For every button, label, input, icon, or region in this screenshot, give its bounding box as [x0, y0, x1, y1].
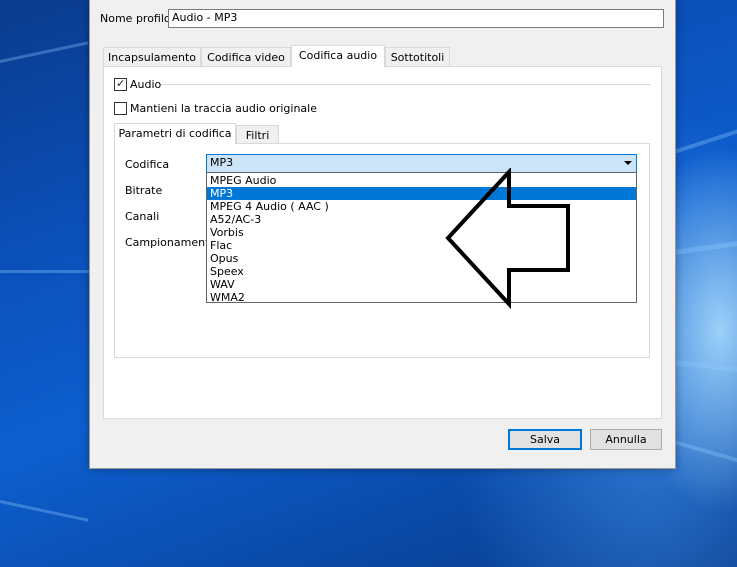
- codec-label: Codifica: [125, 158, 170, 171]
- wallpaper-light-beam: [673, 360, 737, 378]
- wallpaper-light-beam: [673, 440, 737, 477]
- group-divider: [161, 84, 651, 85]
- tab-video-codec[interactable]: Codifica video: [201, 47, 291, 67]
- keep-original-audio-label: Mantieni la traccia audio originale: [130, 102, 317, 115]
- audio-checkbox-label: Audio: [130, 78, 162, 91]
- keep-original-audio-checkbox[interactable]: [114, 102, 127, 115]
- profile-edit-dialog: Nome profilo Audio - MP3 Incapsulamento …: [89, 0, 676, 469]
- wallpaper-light-beam: [0, 500, 89, 522]
- annotation-arrow-icon: [445, 168, 570, 310]
- wallpaper-light-beam: [673, 233, 737, 255]
- save-button[interactable]: Salva: [508, 429, 582, 450]
- profile-name-label: Nome profilo: [100, 12, 171, 25]
- subtab-filters[interactable]: Filtri: [236, 125, 279, 144]
- wallpaper-light-beam: [0, 270, 90, 273]
- samplerate-label: Campionamento: [125, 236, 217, 249]
- wallpaper-light-beam: [0, 41, 89, 63]
- tab-audio-codec[interactable]: Codifica audio: [291, 45, 385, 67]
- subtab-encoding-parameters[interactable]: Parametri di codifica: [114, 123, 236, 144]
- tab-encapsulation[interactable]: Incapsulamento: [103, 47, 201, 67]
- checkmark-icon: ✓: [116, 77, 126, 90]
- cancel-button[interactable]: Annulla: [590, 429, 662, 450]
- tab-subtitles[interactable]: Sottotitoli: [385, 47, 450, 67]
- audio-checkbox[interactable]: ✓: [114, 77, 127, 91]
- chevron-down-icon[interactable]: [624, 161, 632, 165]
- bitrate-label: Bitrate: [125, 184, 163, 197]
- channels-label: Canali: [125, 210, 160, 223]
- codec-select-value: MP3: [210, 156, 234, 169]
- wallpaper-light-beam: [673, 113, 737, 154]
- profile-name-input[interactable]: Audio - MP3: [168, 9, 664, 28]
